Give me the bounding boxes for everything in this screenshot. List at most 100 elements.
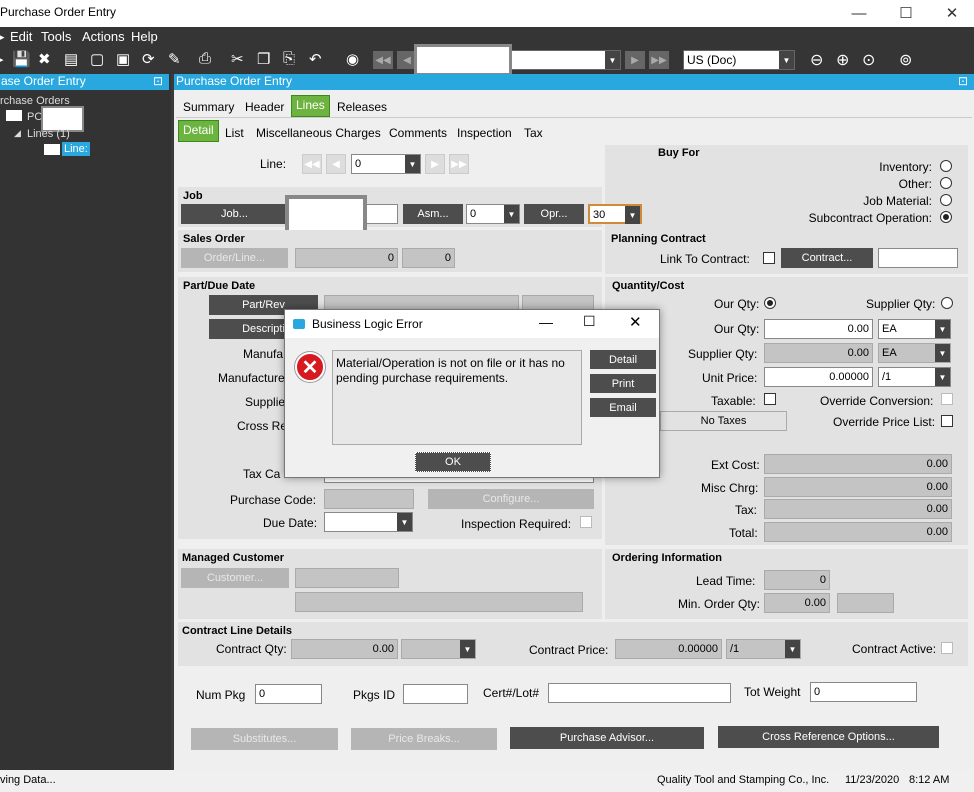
asm-select[interactable]: 0 ▼ — [466, 204, 520, 224]
next-record-icon[interactable]: ▶ — [625, 51, 645, 69]
refresh-icon[interactable]: ⟳ — [142, 50, 155, 68]
subtab-inspection[interactable]: Inspection — [453, 124, 516, 142]
menu-file-icon[interactable]: ▸ — [0, 29, 5, 45]
tab-lines[interactable]: Lines — [291, 95, 330, 117]
line-select[interactable]: 0 ▼ — [351, 154, 421, 174]
buy-for-other-radio[interactable] — [940, 177, 952, 189]
detail-button[interactable]: Detail — [590, 350, 656, 369]
contract-uom-select[interactable]: ▼ — [401, 639, 476, 659]
customer-button[interactable]: Customer... — [181, 568, 289, 588]
first-record-icon[interactable]: ◀◀ — [373, 51, 393, 69]
supplier-uom-select[interactable]: EA ▼ — [878, 343, 951, 363]
prev-line-icon[interactable]: ◀ — [326, 154, 346, 174]
subtab-tax[interactable]: Tax — [520, 124, 547, 142]
taxable-checkbox[interactable] — [764, 393, 776, 405]
close-button[interactable]: ✕ — [929, 0, 974, 26]
first-line-icon[interactable]: ◀◀ — [302, 154, 322, 174]
substitutes-button[interactable]: Substitutes... — [191, 728, 338, 750]
no-taxes-button[interactable]: No Taxes — [660, 411, 787, 431]
supplier-qty-radio[interactable] — [941, 297, 953, 309]
chevron-down-icon[interactable]: ▼ — [935, 320, 950, 338]
chevron-down-icon[interactable]: ▼ — [405, 155, 420, 173]
chevron-down-icon[interactable]: ▼ — [605, 51, 620, 69]
delete-icon[interactable]: ✖ — [38, 50, 51, 68]
our-uom-select[interactable]: EA ▼ — [878, 319, 951, 339]
tab-header[interactable]: Header — [241, 98, 288, 116]
link-to-contract-checkbox[interactable] — [763, 252, 775, 264]
purchase-code-field[interactable] — [324, 489, 414, 509]
pkgs-id-field[interactable] — [403, 684, 468, 704]
back-icon[interactable]: ⊖ — [810, 50, 823, 70]
num-pkg-field[interactable]: 0 — [255, 684, 322, 704]
price-breaks-button[interactable]: Price Breaks... — [351, 728, 497, 750]
currency-select[interactable]: US (Doc) ▼ — [683, 50, 795, 70]
maximize-button[interactable]: ☐ — [883, 0, 929, 26]
contract-price-per-select[interactable]: /1 ▼ — [726, 639, 801, 659]
buy-for-job-material-radio[interactable] — [940, 194, 952, 206]
menu-edit[interactable]: Edit — [10, 29, 32, 44]
contract-field[interactable] — [878, 248, 958, 268]
chevron-down-icon[interactable]: ▼ — [935, 344, 950, 362]
copy-icon[interactable]: ❐ — [257, 50, 270, 68]
clear-icon[interactable]: ✎ — [168, 50, 181, 68]
book-icon[interactable]: ▤ — [64, 50, 78, 68]
contract-active-checkbox[interactable] — [941, 642, 953, 654]
tot-weight-field[interactable]: 0 — [810, 682, 917, 702]
chevron-down-icon[interactable]: ▼ — [504, 205, 519, 223]
tab-summary[interactable]: Summary — [179, 98, 238, 116]
chevron-down-icon[interactable]: ▼ — [935, 368, 950, 386]
price-per-select[interactable]: /1 ▼ — [878, 367, 951, 387]
menu-tools[interactable]: Tools — [41, 29, 71, 44]
pin-icon[interactable]: ⊡ — [958, 74, 968, 88]
print-button[interactable]: Print — [590, 374, 656, 393]
attach-icon[interactable]: ▣ — [116, 50, 130, 68]
chevron-down-icon[interactable]: ▼ — [785, 640, 800, 658]
dialog-maximize-button[interactable]: ☐ — [583, 313, 596, 330]
menu-actions[interactable]: Actions — [82, 29, 125, 44]
contract-button[interactable]: Contract... — [781, 248, 873, 268]
paste-icon[interactable]: ⎘ — [283, 50, 295, 67]
record-selector[interactable]: ▼ — [508, 50, 621, 70]
order-line-button[interactable]: Order/Line... — [181, 248, 288, 268]
buy-for-subcontract-radio[interactable] — [940, 211, 952, 223]
tab-releases[interactable]: Releases — [333, 98, 391, 116]
note-icon[interactable]: ▢ — [90, 50, 104, 68]
home-icon[interactable]: ⊙ — [862, 50, 875, 70]
cross-reference-options-button[interactable]: Cross Reference Options... — [718, 726, 939, 748]
unit-price-field[interactable]: 0.00000 — [764, 367, 873, 387]
chevron-down-icon[interactable]: ▼ — [779, 51, 794, 69]
menu-help[interactable]: Help — [131, 29, 158, 44]
chevron-down-icon[interactable]: ▼ — [460, 640, 475, 658]
undo-icon[interactable]: ↶ — [309, 50, 322, 68]
our-qty-field[interactable]: 0.00 — [764, 319, 873, 339]
save-icon[interactable]: 💾 — [12, 50, 31, 68]
cert-lot-field[interactable] — [548, 683, 731, 703]
our-qty-radio[interactable] — [764, 297, 776, 309]
pin-icon[interactable]: ⊡ — [153, 74, 163, 88]
subtab-detail[interactable]: Detail — [178, 120, 219, 142]
override-conversion-checkbox[interactable] — [941, 393, 953, 405]
override-price-list-checkbox[interactable] — [941, 415, 953, 427]
opr-button[interactable]: Opr... — [524, 204, 584, 224]
minimize-button[interactable]: — — [836, 0, 882, 26]
purchase-advisor-button[interactable]: Purchase Advisor... — [510, 727, 704, 749]
play-icon[interactable]: ⊚ — [899, 50, 912, 70]
search-icon[interactable]: ◉ — [346, 50, 359, 68]
tree-line-selected[interactable]: Line: — [62, 142, 90, 156]
print-icon[interactable]: ⎙ — [199, 50, 211, 67]
job-button[interactable]: Job... — [181, 204, 288, 224]
cut-icon[interactable]: ✂ — [231, 50, 244, 68]
chevron-down-icon[interactable]: ▼ — [625, 206, 640, 224]
opr-select[interactable]: 30 ▼ — [588, 204, 642, 224]
subtab-list[interactable]: List — [221, 124, 248, 142]
dialog-close-button[interactable]: ✕ — [629, 313, 642, 331]
due-date-field[interactable]: ▼ — [324, 512, 413, 532]
subtab-comments[interactable]: Comments — [385, 124, 451, 142]
expand-icon[interactable]: ◢ — [14, 128, 21, 139]
chevron-down-icon[interactable]: ▼ — [397, 513, 412, 531]
forward-icon[interactable]: ⊕ — [836, 50, 849, 70]
next-line-icon[interactable]: ▶ — [425, 154, 445, 174]
last-record-icon[interactable]: ▶▶ — [649, 51, 669, 69]
email-button[interactable]: Email — [590, 398, 656, 417]
new-icon[interactable]: ▸ — [0, 50, 4, 68]
